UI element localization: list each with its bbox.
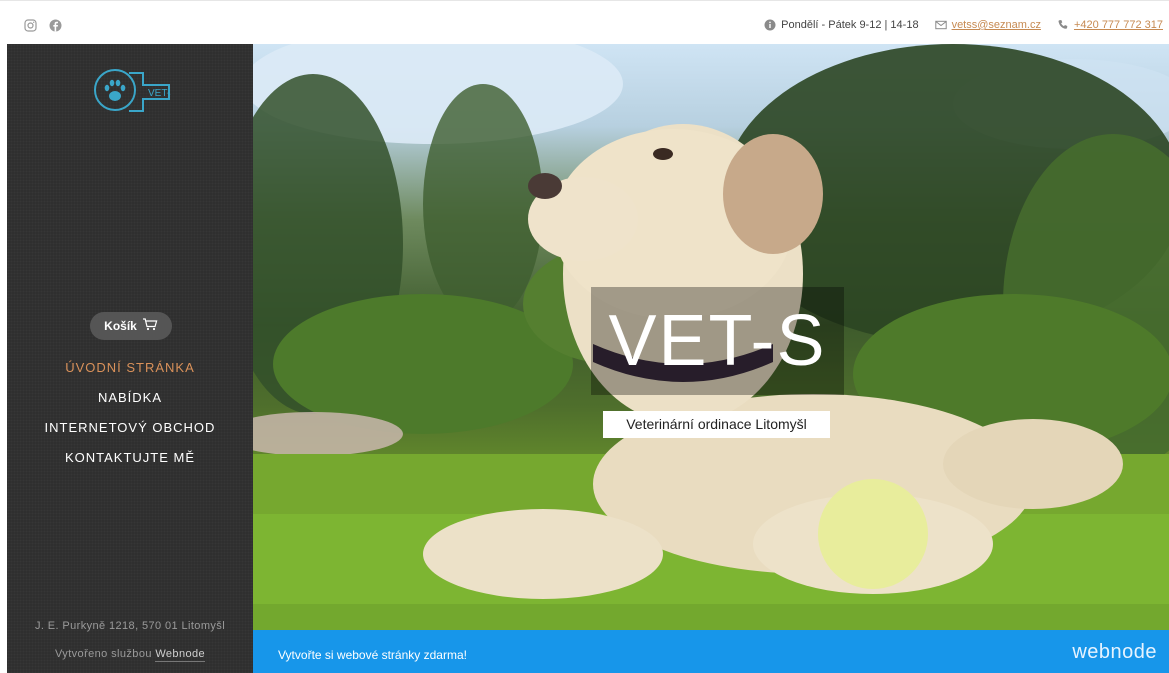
hero-section: VET-S Veterinární ordinace Litomyšl	[253, 44, 1169, 630]
nav-item-offer[interactable]: NABÍDKA	[7, 390, 253, 420]
phone-link[interactable]: +420 777 772 317	[1074, 19, 1163, 31]
webnode-logo[interactable]: webnode	[1072, 641, 1157, 664]
sidebar: VET-S Košík ÚVODNÍ STRÁNKA NABÍDKA INTER…	[7, 44, 253, 673]
nav-item-shop[interactable]: INTERNETOVÝ OBCHOD	[7, 420, 253, 450]
opening-hours-text: Pondělí - Pátek 9-12 | 14-18	[781, 19, 919, 31]
hero-title: VET-S	[591, 287, 844, 395]
cart-icon	[142, 318, 158, 334]
nav-item-contact[interactable]: KONTAKTUJTE MĚ	[7, 450, 253, 480]
instagram-icon[interactable]	[24, 19, 37, 32]
email-link[interactable]: vetss@seznam.cz	[952, 19, 1041, 31]
made-by: Vytvořeno službou Webnode	[7, 648, 253, 662]
info-icon	[764, 19, 776, 31]
top-bar: Pondělí - Pátek 9-12 | 14-18 vetss@sezna…	[0, 0, 1169, 44]
hero-subtitle: Veterinární ordinace Litomyšl	[603, 411, 830, 438]
cart-label: Košík	[104, 319, 137, 333]
mail-icon	[934, 19, 947, 31]
email-group: vetss@seznam.cz	[934, 19, 1041, 31]
address: J. E. Purkyně 1218, 570 01 Litomyšl	[34, 620, 226, 632]
social-links	[24, 19, 62, 32]
phone-group: +420 777 772 317	[1057, 19, 1163, 31]
nav-item-home[interactable]: ÚVODNÍ STRÁNKA	[7, 360, 253, 390]
webnode-link[interactable]: Webnode	[155, 648, 206, 662]
phone-icon	[1057, 19, 1069, 31]
site-logo[interactable]: VET-S	[91, 66, 177, 116]
made-by-prefix: Vytvořeno službou	[54, 648, 152, 660]
cart-button[interactable]: Košík	[90, 312, 172, 340]
contact-info: Pondělí - Pátek 9-12 | 14-18 vetss@sezna…	[748, 19, 1163, 31]
main-nav: ÚVODNÍ STRÁNKA NABÍDKA INTERNETOVÝ OBCHO…	[7, 360, 253, 480]
facebook-icon[interactable]	[49, 19, 62, 32]
opening-hours: Pondělí - Pátek 9-12 | 14-18	[764, 19, 919, 31]
webnode-banner[interactable]: Vytvořte si webové stránky zdarma! webno…	[253, 630, 1169, 673]
logo-text: VET-S	[148, 88, 171, 99]
banner-text[interactable]: Vytvořte si webové stránky zdarma!	[278, 648, 467, 662]
